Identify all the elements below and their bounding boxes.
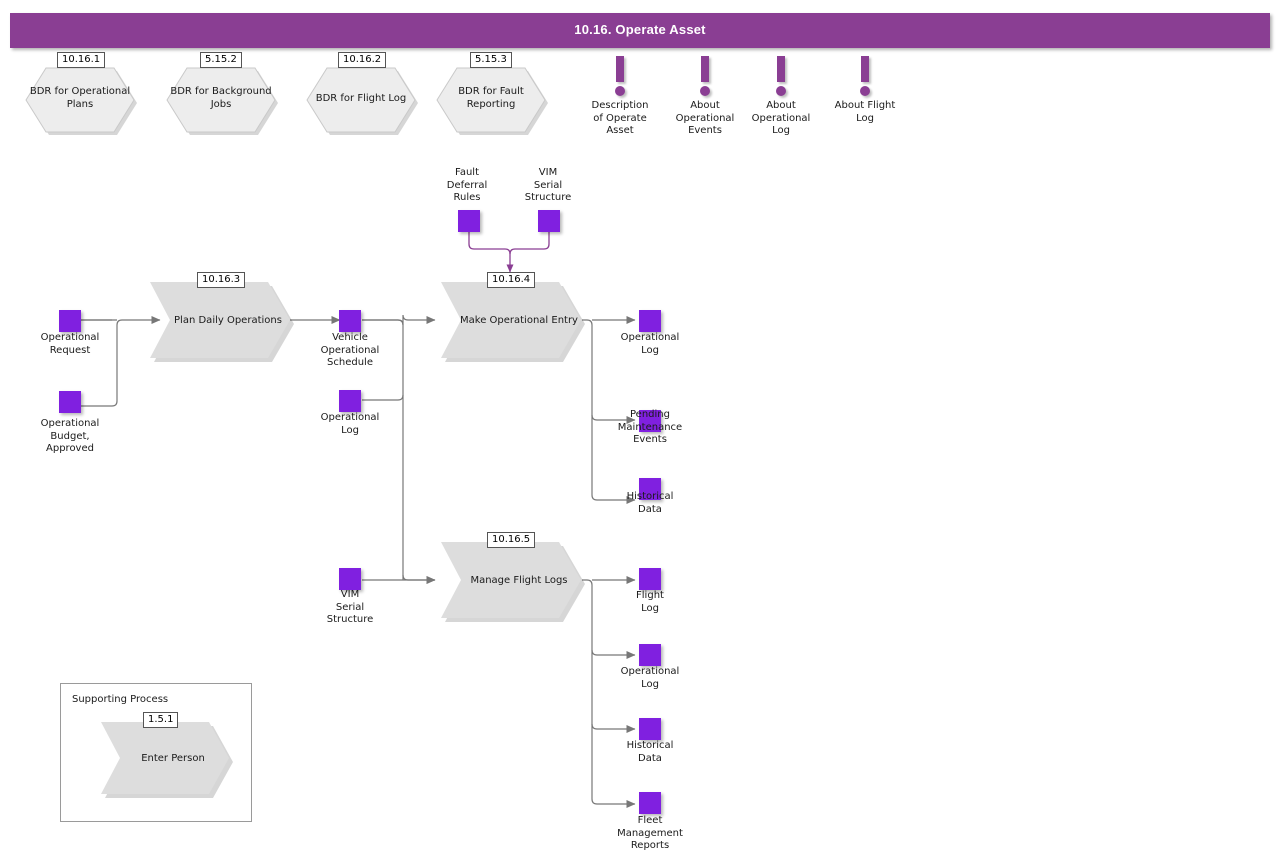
data-node-operational-log-middle[interactable]: [339, 390, 361, 412]
data-node-label: Operational Log: [620, 332, 680, 356]
info-marker-about-flight-log[interactable]: [850, 56, 880, 100]
data-node-label: Pending Maintenance Events: [617, 409, 683, 446]
data-node-label: Fleet Management Reports: [617, 815, 683, 852]
info-marker-about-operational-log[interactable]: [766, 56, 796, 100]
info-marker-about-operational-events[interactable]: [690, 56, 720, 100]
bdr-node-label: BDR for Operational Plans: [29, 86, 131, 110]
bdr-node-fault-reporting[interactable]: BDR for Fault Reporting: [433, 60, 549, 136]
process-enter-person[interactable]: Enter Person: [101, 722, 233, 798]
page-title: 10.16. Operate Asset: [574, 22, 706, 37]
exclamation-icon: [777, 56, 785, 82]
bdr-node-id: 10.16.2: [338, 52, 387, 68]
exclamation-dot-icon: [860, 86, 870, 96]
process-id: 10.16.4: [487, 272, 536, 288]
diagram-title-bar: 10.16. Operate Asset: [10, 13, 1270, 48]
process-manage-flight-logs[interactable]: Manage Flight Logs: [441, 542, 585, 622]
data-node-label: Operational Request: [40, 332, 100, 356]
bdr-node-id: 5.15.2: [200, 52, 242, 68]
process-label: Plan Daily Operations: [174, 314, 282, 326]
data-node-vim-serial-structure-control[interactable]: [538, 210, 560, 232]
bdr-node-id: 10.16.1: [57, 52, 106, 68]
data-node-operational-budget-approved[interactable]: [59, 391, 81, 413]
supporting-process-title: Supporting Process: [72, 694, 169, 705]
data-node-vim-serial-structure-input[interactable]: [339, 568, 361, 590]
bdr-node-label: BDR for Flight Log: [315, 92, 407, 104]
process-id: 10.16.5: [487, 532, 536, 548]
data-node-output-flight-log[interactable]: [639, 568, 661, 590]
process-label: Manage Flight Logs: [470, 574, 568, 586]
data-node-label: Operational Log: [320, 412, 380, 436]
process-id: 1.5.1: [143, 712, 179, 728]
exclamation-dot-icon: [615, 86, 625, 96]
info-marker-label: About Flight Log: [834, 100, 896, 124]
data-node-vehicle-operational-schedule[interactable]: [339, 310, 361, 332]
exclamation-icon: [616, 56, 624, 82]
data-node-label: Historical Data: [626, 491, 674, 515]
data-node-label: Fault Deferral Rules: [446, 167, 488, 204]
data-node-output-historical-data-2[interactable]: [639, 718, 661, 740]
process-plan-daily-operations[interactable]: Plan Daily Operations: [150, 282, 294, 362]
process-id: 10.16.3: [197, 272, 246, 288]
bdr-node-flight-log[interactable]: BDR for Flight Log: [303, 60, 419, 136]
data-node-label: VIM Serial Structure: [326, 589, 374, 626]
process-label: Make Operational Entry: [460, 314, 578, 326]
exclamation-icon: [701, 56, 709, 82]
exclamation-icon: [861, 56, 869, 82]
info-marker-description-operate-asset[interactable]: [605, 56, 635, 100]
data-node-label: Historical Data: [626, 740, 674, 764]
data-node-label: Flight Log: [636, 590, 664, 614]
bdr-node-label: BDR for Fault Reporting: [458, 86, 524, 110]
data-node-operational-request[interactable]: [59, 310, 81, 332]
process-label: Enter Person: [141, 752, 205, 764]
data-node-label: Operational Budget, Approved: [40, 418, 100, 455]
data-node-label: Operational Log: [620, 666, 680, 690]
bdr-node-operational-plans[interactable]: BDR for Operational Plans: [22, 60, 138, 136]
data-node-output-operational-log-2[interactable]: [639, 644, 661, 666]
bdr-node-label: BDR for Background Jobs: [170, 86, 272, 110]
data-node-output-operational-log[interactable]: [639, 310, 661, 332]
data-node-label: VIM Serial Structure: [524, 167, 572, 204]
bdr-node-background-jobs[interactable]: BDR for Background Jobs: [163, 60, 279, 136]
data-node-label: Vehicle Operational Schedule: [320, 332, 380, 369]
exclamation-dot-icon: [700, 86, 710, 96]
data-node-output-fleet-management-reports[interactable]: [639, 792, 661, 814]
diagram-canvas: 10.16. Operate Asset BDR for Operational…: [0, 0, 1280, 866]
exclamation-dot-icon: [776, 86, 786, 96]
data-node-fault-deferral-rules[interactable]: [458, 210, 480, 232]
process-make-operational-entry[interactable]: Make Operational Entry: [441, 282, 585, 362]
bdr-node-id: 5.15.3: [470, 52, 512, 68]
